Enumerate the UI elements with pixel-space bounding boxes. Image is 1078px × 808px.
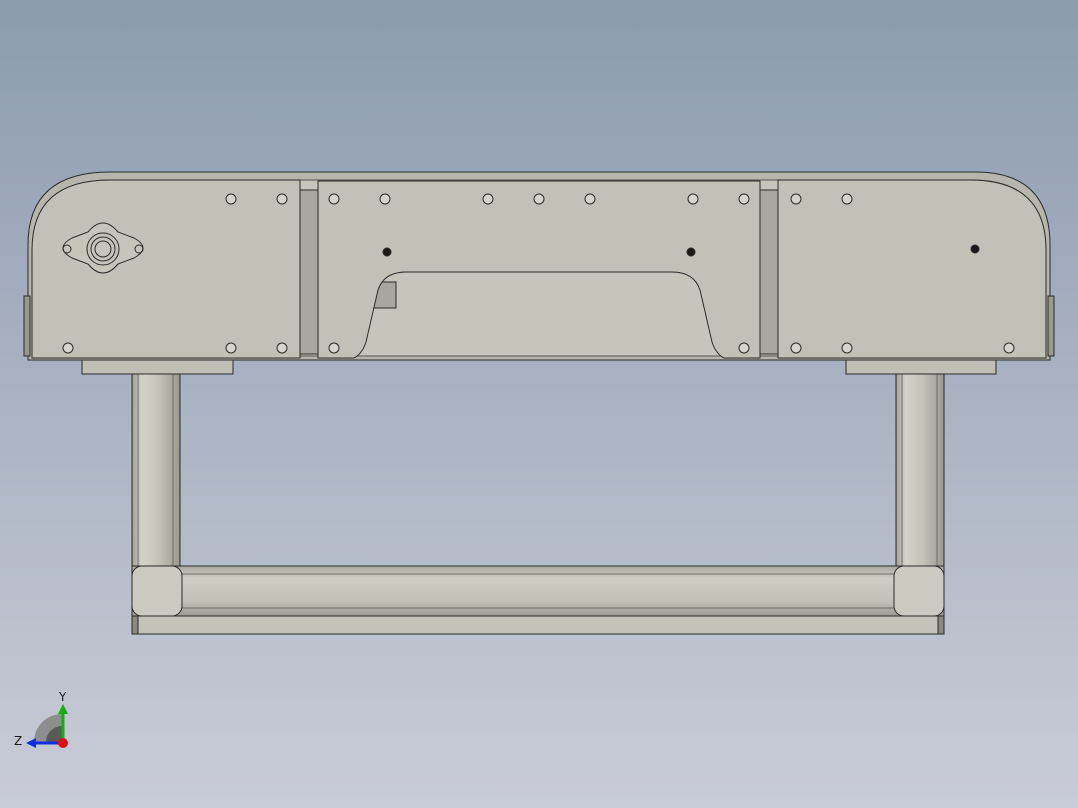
x-axis-dot	[58, 738, 68, 748]
joint-left	[299, 189, 319, 355]
z-axis-label: Z	[14, 734, 22, 748]
conveyor-model-view[interactable]: Y Z	[0, 0, 1078, 808]
y-axis-label: Y	[58, 690, 67, 704]
bottom-crossbar[interactable]	[131, 565, 945, 617]
left-mount-plate[interactable]	[81, 359, 234, 375]
right-side-plate[interactable]	[777, 179, 1047, 359]
right-mount-plate[interactable]	[845, 359, 997, 375]
left-side-plate[interactable]	[31, 179, 301, 359]
right-leg[interactable]	[895, 371, 945, 569]
cad-viewport[interactable]: Y Z	[0, 0, 1078, 808]
y-axis-arrowhead	[58, 704, 68, 714]
joint-right	[759, 189, 779, 355]
z-axis-arrowhead	[26, 738, 36, 748]
base-plate[interactable]	[131, 615, 945, 635]
orientation-triad[interactable]: Y Z	[14, 690, 68, 748]
left-leg[interactable]	[131, 371, 181, 569]
